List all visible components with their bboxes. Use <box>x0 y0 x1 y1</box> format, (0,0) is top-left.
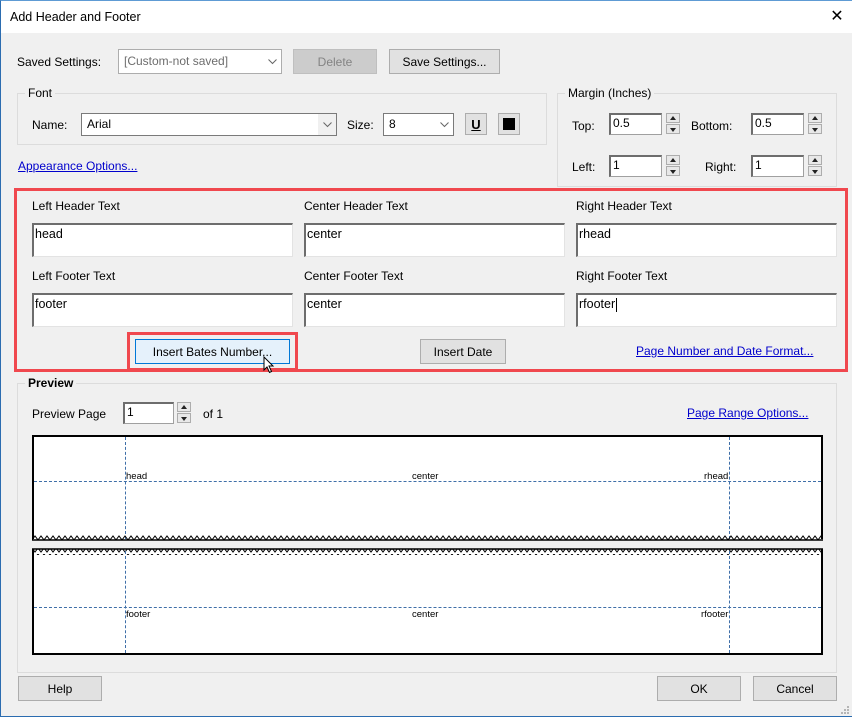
right-header-value: rhead <box>579 227 611 241</box>
preview-header-area: head center rhead <box>32 435 823 541</box>
left-footer-label: Left Footer Text <box>32 269 116 283</box>
left-footer-input[interactable]: footer <box>32 293 293 327</box>
margin-bottom-input[interactable]: 0.5 <box>751 113 804 135</box>
margin-right-value: 1 <box>755 158 762 172</box>
font-name-label: Name: <box>32 118 68 132</box>
font-name-dropdown[interactable]: Arial <box>81 113 337 136</box>
color-swatch-icon <box>503 118 515 130</box>
font-size-dropdown[interactable]: 8 <box>383 113 454 136</box>
center-footer-label: Center Footer Text <box>304 269 404 283</box>
margin-bottom-value: 0.5 <box>755 116 772 130</box>
preview-page-label: Preview Page <box>32 407 107 421</box>
chevron-down-icon <box>263 50 281 73</box>
save-settings-button[interactable]: Save Settings... <box>389 49 500 74</box>
spin-up-icon[interactable] <box>177 402 191 412</box>
close-icon[interactable]: ✕ <box>827 7 847 27</box>
underline-button[interactable]: U <box>465 113 487 135</box>
margin-right-input[interactable]: 1 <box>751 155 804 177</box>
preview-footer-area: footer center rfooter <box>32 548 823 655</box>
saved-settings-dropdown[interactable]: [Custom-not saved] <box>118 49 282 74</box>
preview-page-spinner[interactable] <box>177 402 191 424</box>
resize-grip-icon[interactable] <box>839 704 851 716</box>
preview-group-label: Preview <box>25 376 77 390</box>
left-header-label: Left Header Text <box>32 199 120 213</box>
preview-header-right: rhead <box>704 471 729 482</box>
right-header-label: Right Header Text <box>576 199 672 213</box>
center-footer-input[interactable]: center <box>304 293 565 327</box>
margin-bottom-spinner[interactable] <box>808 113 822 135</box>
preview-page-value: 1 <box>127 405 134 419</box>
margin-group-label: Margin (Inches) <box>565 86 655 100</box>
spin-up-icon[interactable] <box>666 113 680 123</box>
page-range-options-link[interactable]: Page Range Options... <box>687 406 808 420</box>
right-margin-guide <box>729 437 730 539</box>
help-button[interactable]: Help <box>18 676 102 701</box>
delete-button[interactable]: Delete <box>293 49 377 74</box>
font-size-value: 8 <box>389 117 396 131</box>
margin-top-spinner[interactable] <box>666 113 680 135</box>
margin-left-input[interactable]: 1 <box>609 155 662 177</box>
torn-edge-bottom <box>32 534 823 541</box>
page-count-label: of 1 <box>203 407 224 421</box>
margin-top-value: 0.5 <box>613 116 630 130</box>
margin-left-value: 1 <box>613 158 620 172</box>
spin-down-icon[interactable] <box>808 124 822 134</box>
margin-left-spinner[interactable] <box>666 155 680 177</box>
preview-footer-right: rfooter <box>701 609 729 620</box>
spin-down-icon[interactable] <box>808 166 822 176</box>
right-margin-guide <box>729 551 730 653</box>
torn-edge-top <box>32 548 823 555</box>
center-header-label: Center Header Text <box>304 199 408 213</box>
preview-header-left: head <box>126 471 148 482</box>
text-cursor <box>616 298 617 312</box>
preview-header-center: center <box>412 471 439 482</box>
left-margin-guide <box>125 437 126 539</box>
spin-up-icon[interactable] <box>808 113 822 123</box>
preview-footer-left: footer <box>126 609 151 620</box>
center-footer-value: center <box>307 297 342 311</box>
footer-baseline-guide <box>34 607 821 608</box>
left-footer-value: footer <box>35 297 67 311</box>
left-header-value: head <box>35 227 63 241</box>
right-footer-input[interactable]: rfooter <box>576 293 837 327</box>
right-footer-value: rfooter <box>579 297 616 311</box>
margin-top-label: Top: <box>572 119 595 133</box>
margin-right-label: Right: <box>705 160 737 174</box>
left-header-input[interactable]: head <box>32 223 293 257</box>
margin-left-label: Left: <box>572 160 596 174</box>
cancel-button[interactable]: Cancel <box>753 676 837 701</box>
right-header-input[interactable]: rhead <box>576 223 837 257</box>
page-number-date-format-link[interactable]: Page Number and Date Format... <box>636 344 813 358</box>
dialog-title: Add Header and Footer <box>10 10 141 24</box>
chevron-down-icon <box>318 114 336 135</box>
right-footer-label: Right Footer Text <box>576 269 668 283</box>
dialog-window: Add Header and Footer ✕ Saved Settings: … <box>0 0 852 717</box>
insert-date-button[interactable]: Insert Date <box>420 339 506 364</box>
appearance-options-link[interactable]: Appearance Options... <box>18 159 137 173</box>
spin-up-icon[interactable] <box>666 155 680 165</box>
spin-down-icon[interactable] <box>666 124 680 134</box>
preview-page-input[interactable]: 1 <box>123 402 174 424</box>
preview-footer-center: center <box>412 609 439 620</box>
ok-button[interactable]: OK <box>657 676 741 701</box>
left-margin-guide <box>125 551 126 653</box>
font-color-button[interactable] <box>498 113 520 135</box>
spin-down-icon[interactable] <box>666 166 680 176</box>
font-name-value: Arial <box>87 117 112 131</box>
mouse-pointer-icon <box>263 356 275 374</box>
margin-right-spinner[interactable] <box>808 155 822 177</box>
center-header-input[interactable]: center <box>304 223 565 257</box>
chevron-down-icon <box>435 114 453 135</box>
font-group-label: Font <box>25 86 56 100</box>
saved-settings-value: [Custom-not saved] <box>124 54 229 68</box>
center-header-value: center <box>307 227 342 241</box>
margin-bottom-label: Bottom: <box>691 119 733 133</box>
font-size-label: Size: <box>347 118 374 132</box>
saved-settings-label: Saved Settings: <box>17 55 102 69</box>
title-bar: Add Header and Footer ✕ <box>1 1 852 33</box>
spin-down-icon[interactable] <box>177 413 191 423</box>
margin-top-input[interactable]: 0.5 <box>609 113 662 135</box>
spin-up-icon[interactable] <box>808 155 822 165</box>
